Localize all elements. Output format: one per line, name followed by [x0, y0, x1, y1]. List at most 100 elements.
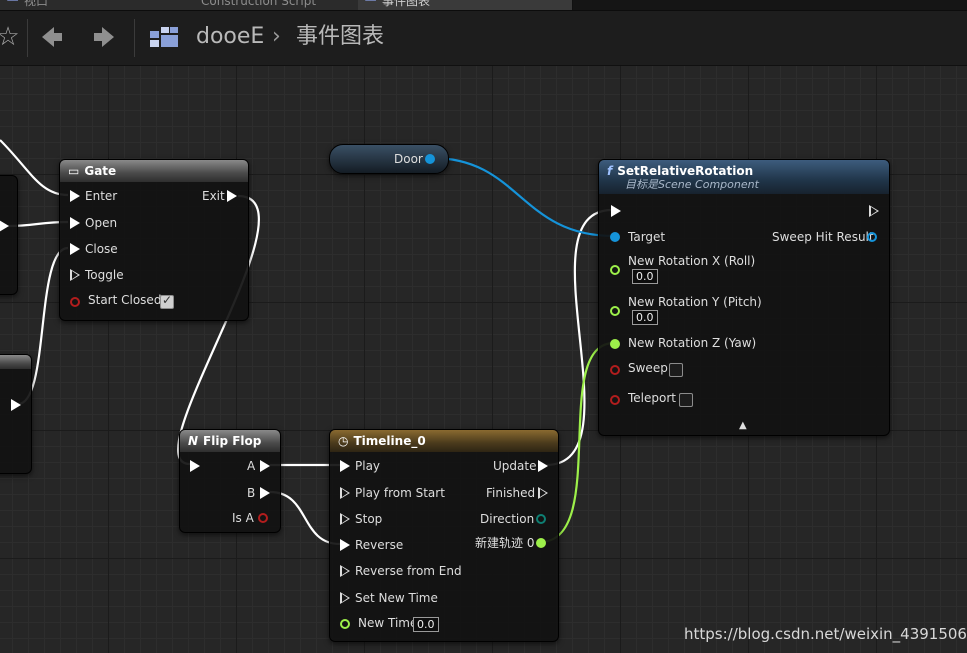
pin-label: Toggle — [85, 268, 124, 282]
a-pin[interactable] — [260, 460, 270, 472]
pin-label: Is A — [232, 511, 254, 525]
rotation-x-value[interactable]: 0.0 — [632, 269, 658, 284]
tab-construction-script[interactable]: f Construction Script — [177, 0, 382, 10]
target-pin[interactable] — [610, 232, 620, 242]
node-header: f SetRelativeRotation 目标是Scene Component — [599, 160, 889, 194]
play-pin[interactable] — [340, 460, 350, 472]
clock-icon: ◷ — [338, 434, 349, 448]
node-header: ▭ Gate — [60, 160, 248, 182]
pin-label: New Time — [358, 616, 418, 630]
node-title: Timeline_0 — [353, 434, 426, 448]
pin-label: New Rotation Y (Pitch) — [628, 295, 762, 309]
track-output-pin[interactable] — [536, 538, 546, 548]
sweep-checkbox[interactable] — [669, 363, 683, 377]
exec-out-pin[interactable] — [0, 220, 9, 232]
start-closed-checkbox[interactable] — [160, 293, 174, 309]
pin-label: New Rotation Z (Yaw) — [628, 336, 757, 350]
pin-label: Sweep Hit Result — [772, 230, 874, 244]
pin-label: Direction — [480, 512, 535, 526]
toolbar-divider — [134, 19, 135, 57]
pin-label: Close — [85, 242, 118, 256]
watermark-text: https://blog.csdn.net/weixin_43915060 — [684, 625, 967, 643]
pin-label: B — [247, 486, 256, 500]
exec-in-pin[interactable] — [611, 205, 621, 217]
offscreen-node[interactable] — [0, 175, 18, 295]
pin-label: Play from Start — [355, 486, 445, 500]
pin-label: A — [247, 459, 256, 473]
tab-viewport[interactable]: ▣ 视口 — [0, 0, 201, 10]
graph-icon — [148, 21, 178, 53]
pin-label: Exit — [202, 189, 225, 203]
b-pin[interactable] — [260, 487, 270, 499]
node-title: Gate — [84, 164, 117, 178]
graph-toolbar: ☆ dooeE › 事件图表 — [0, 11, 967, 66]
pin-label: New Rotation X (Roll) — [628, 254, 756, 268]
breadcrumb-graph: 事件图表 — [296, 24, 385, 49]
rotation-y-pin[interactable] — [610, 306, 620, 316]
rotation-z-pin[interactable] — [610, 339, 620, 349]
open-pin[interactable] — [70, 217, 80, 229]
pin-label: Open — [85, 216, 118, 230]
enter-pin[interactable] — [70, 190, 80, 202]
pin-label: Set New Time — [355, 591, 438, 605]
toggle-pin[interactable] — [70, 269, 80, 281]
direction-pin[interactable] — [536, 514, 546, 524]
teleport-pin[interactable] — [610, 395, 620, 405]
expand-arrow-icon[interactable]: ▲ — [739, 418, 747, 434]
start-closed-pin[interactable] — [70, 297, 80, 307]
pin-label: Stop — [355, 512, 383, 526]
flipflop-icon: N — [188, 434, 199, 448]
pin-label: Start Closed — [88, 293, 162, 307]
pin-label: Teleport — [628, 391, 676, 405]
reverse-from-end-pin[interactable] — [340, 565, 350, 577]
gate-icon: ▭ — [68, 164, 80, 178]
node-subtitle: 目标是Scene Component — [625, 178, 759, 191]
pin-label: Reverse — [355, 538, 404, 552]
rotation-x-pin[interactable] — [610, 265, 620, 275]
timeline-node[interactable]: ◷ Timeline_0 Play Play from Start Stop Re… — [329, 429, 559, 642]
door-variable-node[interactable]: Door — [329, 144, 449, 174]
node-title: SetRelativeRotation — [617, 164, 754, 178]
reverse-pin[interactable] — [340, 539, 350, 551]
breadcrumb-separator: › — [272, 24, 281, 49]
star-icon[interactable]: ☆ — [0, 21, 22, 53]
new-time-value[interactable]: 0.0 — [413, 617, 439, 632]
door-label: Door — [394, 152, 423, 166]
update-pin[interactable] — [538, 460, 548, 472]
offscreen-node[interactable] — [0, 354, 32, 474]
breadcrumb-blueprint[interactable]: dooeE — [196, 23, 264, 51]
toolbar-divider — [27, 19, 28, 57]
exec-in-pin[interactable] — [190, 460, 200, 472]
exit-pin[interactable] — [227, 190, 237, 202]
door-output-pin[interactable] — [425, 154, 435, 164]
finished-pin[interactable] — [538, 487, 548, 499]
pin-label: Reverse from End — [355, 564, 462, 578]
exec-out-pin[interactable] — [11, 399, 21, 411]
play-from-start-pin[interactable] — [340, 487, 350, 499]
stop-pin[interactable] — [340, 513, 350, 525]
flip-flop-node[interactable]: N Flip Flop A B Is A — [179, 429, 281, 533]
tab-event-graph[interactable]: ▦ 事件图表 — [358, 0, 573, 10]
node-header: N Flip Flop — [180, 430, 280, 452]
sweep-hit-result-pin[interactable] — [867, 232, 877, 242]
rotation-y-value[interactable]: 0.0 — [632, 310, 658, 325]
exec-out-pin[interactable] — [869, 205, 879, 217]
tab-label: 事件图表 — [382, 0, 431, 8]
forward-arrow-icon[interactable] — [90, 21, 118, 53]
back-arrow-icon[interactable] — [38, 21, 66, 53]
gate-node[interactable]: ▭ Gate Enter Exit Open Close Toggle Start… — [59, 159, 249, 321]
pin-label: Target — [628, 230, 666, 244]
function-icon: f — [607, 164, 613, 178]
set-new-time-pin[interactable] — [340, 592, 350, 604]
node-header: ◷ Timeline_0 — [330, 430, 558, 452]
node-header — [0, 355, 31, 369]
pin-label: Finished — [486, 486, 536, 500]
new-time-pin[interactable] — [340, 619, 350, 629]
sweep-pin[interactable] — [610, 365, 620, 375]
tab-label: Construction Script — [201, 0, 317, 8]
pin-label: Enter — [85, 189, 118, 203]
is-a-pin[interactable] — [258, 513, 268, 523]
close-pin[interactable] — [70, 243, 80, 255]
teleport-checkbox[interactable] — [679, 393, 693, 407]
set-relative-rotation-node[interactable]: f SetRelativeRotation 目标是Scene Component … — [598, 159, 890, 436]
